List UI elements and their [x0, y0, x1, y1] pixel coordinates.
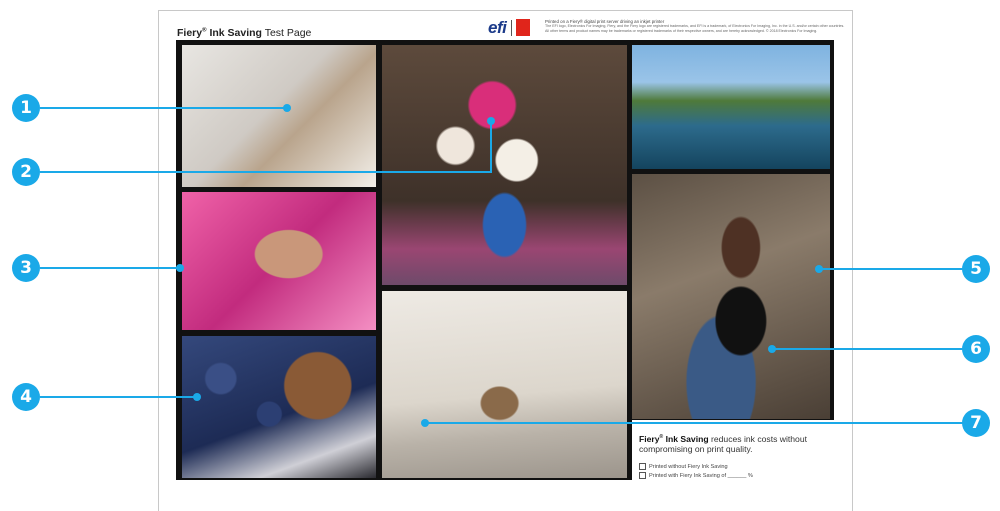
marker-6: 6 — [962, 335, 990, 363]
photo-infinity-pool — [632, 45, 830, 169]
marker-7: 7 — [962, 409, 990, 437]
photo-boy-pilot — [382, 291, 627, 478]
photo-puppy — [182, 45, 376, 187]
leader-dot-7 — [421, 419, 429, 427]
ink-saving-note: Fiery® Ink Saving reduces ink costs with… — [632, 420, 834, 482]
marker-1: 1 — [12, 94, 40, 122]
page-title: Fiery® Ink Saving Test Page — [177, 27, 312, 39]
leader-dot-4 — [193, 393, 201, 401]
leader-dot-2 — [487, 117, 495, 125]
note-text: Fiery® Ink Saving reduces ink costs with… — [639, 433, 808, 454]
leader-line-7 — [425, 422, 973, 424]
leader-dot-5 — [815, 265, 823, 273]
photo-blueberries — [182, 336, 376, 478]
logo-divider — [511, 20, 512, 36]
option-with-saving: Printed with Fiery Ink Saving of ______ … — [639, 472, 753, 479]
leader-line-2a — [40, 171, 492, 173]
leader-dot-6 — [768, 345, 776, 353]
marker-4: 4 — [12, 383, 40, 411]
marker-2: 2 — [12, 158, 40, 186]
marker-5: 5 — [962, 255, 990, 283]
fiery-logo — [516, 19, 530, 36]
leader-line-5 — [819, 268, 974, 270]
leader-dot-1 — [283, 104, 291, 112]
leader-line-6 — [772, 348, 972, 350]
leader-line-4 — [40, 396, 197, 398]
fine-print-line-3: All other terms and product names may be… — [545, 29, 818, 33]
leader-line-1 — [40, 107, 287, 109]
leader-line-3 — [40, 267, 180, 269]
marker-3: 3 — [12, 254, 40, 282]
photo-flowers — [382, 45, 627, 285]
leader-dot-3 — [176, 264, 184, 272]
photo-baby — [182, 192, 376, 330]
checkbox-icon — [639, 463, 646, 470]
legal-fine-print: Printed on a Fiery® digital print server… — [545, 19, 845, 34]
photo-woman — [632, 174, 830, 419]
option-without-saving: Printed without Fiery Ink Saving — [639, 463, 728, 470]
checkbox-icon — [639, 472, 646, 479]
leader-line-2b — [490, 121, 492, 173]
efi-logo: efi — [488, 18, 507, 37]
